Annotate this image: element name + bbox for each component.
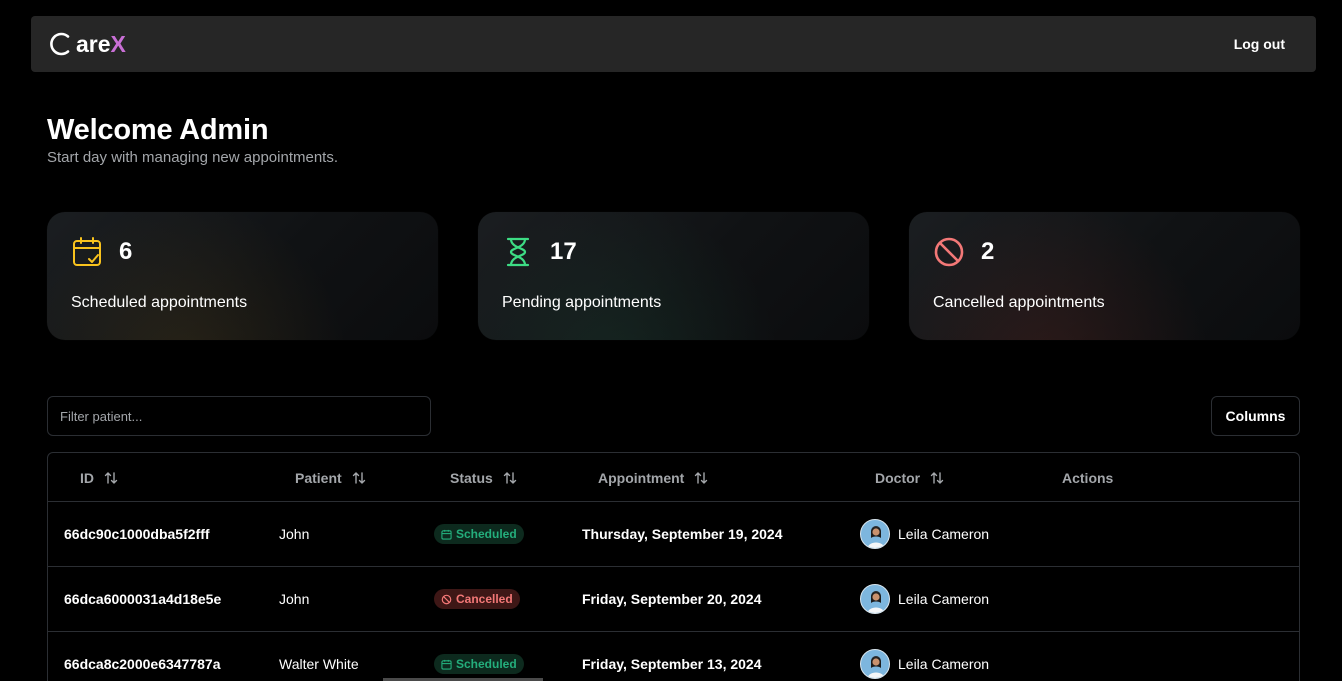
appointment-date: Friday, September 20, 2024 — [582, 591, 762, 607]
stat-label: Pending appointments — [502, 294, 662, 311]
appointment-date: Friday, September 13, 2024 — [582, 656, 762, 672]
top-navbar: are X Log out — [31, 16, 1316, 72]
column-header-appointment[interactable]: Appointment — [598, 453, 708, 502]
calendar-icon — [441, 529, 452, 540]
appointment-id: 66dca6000031a4d18e5e — [64, 591, 222, 607]
ban-icon — [441, 594, 452, 604]
status-text: Scheduled — [456, 657, 517, 671]
table-row: 66dc90c1000dba5f2fff John Scheduled Thur… — [48, 502, 1299, 567]
stat-count: 17 — [550, 238, 577, 265]
carex-logo[interactable]: are X — [49, 31, 126, 57]
stat-card-pending: 17 Pending appointments — [478, 212, 869, 340]
status-cell: Scheduled — [434, 502, 524, 566]
column-header-id[interactable]: ID — [80, 453, 118, 502]
table-header: ID Patient Status Appointment Doctor Act… — [48, 453, 1299, 502]
columns-button[interactable]: Columns — [1211, 396, 1300, 436]
stat-label: Scheduled appointments — [71, 294, 248, 311]
ban-icon — [933, 236, 965, 268]
appointment-date: Thursday, September 19, 2024 — [582, 526, 783, 542]
status-cell: Cancelled — [434, 567, 520, 631]
table-row: 66dca6000031a4d18e5e John Cancelled Frid… — [48, 567, 1299, 632]
page-subtitle: Start day with managing new appointments… — [47, 149, 338, 166]
logo-text: are — [76, 30, 111, 57]
patient-name: John — [279, 526, 310, 542]
doctor-avatar — [860, 519, 890, 549]
header-label: Patient — [295, 469, 342, 486]
doctor-name: Leila Cameron — [898, 591, 990, 607]
appointment-id: 66dca8c2000e6347787a — [64, 656, 221, 672]
column-header-doctor[interactable]: Doctor — [875, 453, 944, 502]
doctor-avatar — [860, 584, 890, 614]
status-cell: Scheduled — [434, 632, 524, 681]
welcome-section: Welcome Admin Start day with managing ne… — [47, 114, 338, 166]
header-label: ID — [80, 469, 94, 486]
patient-name: John — [279, 591, 310, 607]
logo-x: X — [110, 30, 126, 57]
calendar-icon — [441, 659, 452, 670]
doctor-name: Leila Cameron — [898, 526, 990, 542]
column-header-patient[interactable]: Patient — [295, 453, 366, 502]
hourglass-icon — [502, 236, 534, 268]
patient-name: Walter White — [279, 656, 359, 672]
page-title: Welcome Admin — [47, 114, 269, 146]
sort-icon — [695, 471, 708, 484]
status-badge: Scheduled — [434, 524, 524, 544]
logout-button[interactable]: Log out — [1234, 36, 1285, 52]
calendar-check-icon — [71, 236, 103, 268]
status-badge: Scheduled — [434, 654, 524, 674]
status-text: Scheduled — [456, 527, 517, 541]
doctor-cell: Leila Cameron — [860, 567, 989, 631]
doctor-cell: Leila Cameron — [860, 632, 989, 681]
appointment-id: 66dc90c1000dba5f2fff — [64, 526, 210, 542]
stat-card-scheduled: 6 Scheduled appointments — [47, 212, 438, 340]
sort-icon — [503, 471, 516, 484]
stat-count: 6 — [119, 238, 133, 265]
header-label: Appointment — [598, 469, 685, 486]
header-label: Doctor — [875, 469, 921, 486]
doctor-cell: Leila Cameron — [860, 502, 989, 566]
status-text: Cancelled — [456, 592, 513, 606]
sort-icon — [104, 471, 118, 484]
column-header-actions: Actions — [1062, 453, 1113, 502]
table-row: 66dca8c2000e6347787a Walter White Schedu… — [48, 632, 1299, 681]
sort-icon — [930, 471, 944, 484]
column-header-status[interactable]: Status — [450, 453, 517, 502]
doctor-avatar — [860, 649, 890, 679]
header-label: Actions — [1062, 469, 1114, 486]
header-label: Status — [450, 469, 493, 486]
stat-count: 2 — [981, 238, 995, 265]
stat-label: Cancelled appointments — [933, 294, 1105, 311]
appointments-table: ID Patient Status Appointment Doctor Act… — [47, 452, 1300, 681]
doctor-name: Leila Cameron — [898, 656, 990, 672]
stat-card-cancelled: 2 Cancelled appointments — [909, 212, 1300, 340]
sort-icon — [352, 471, 365, 484]
filter-patient-input[interactable] — [47, 396, 431, 436]
status-badge: Cancelled — [434, 589, 520, 609]
logo-c-icon — [50, 32, 70, 56]
